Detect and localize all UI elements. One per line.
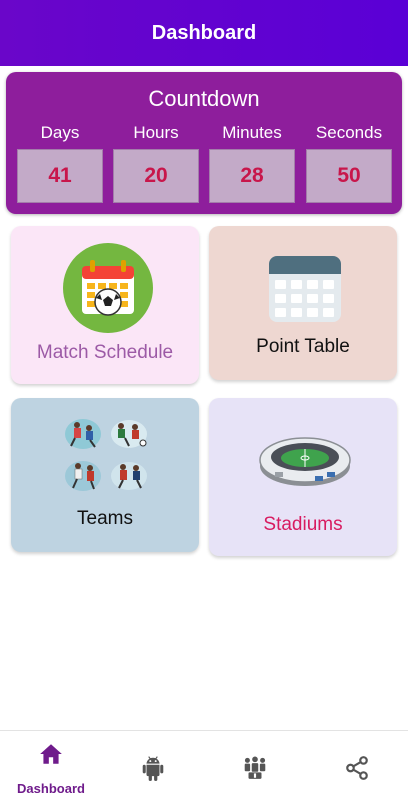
point-table-label: Point Table [256, 336, 350, 357]
players-icon [65, 419, 147, 491]
teams-card[interactable]: Teams [11, 398, 199, 552]
match-schedule-card[interactable]: Match Schedule [11, 226, 199, 384]
countdown-hours: Hours 20 [113, 120, 199, 203]
android-icon [142, 756, 164, 781]
teams-label: Teams [77, 508, 133, 529]
countdown-title: Countdown [148, 86, 260, 111]
nav-dashboard[interactable]: Dashboard [0, 731, 102, 800]
countdown-minutes: Minutes 28 [209, 120, 295, 203]
stadiums-label: Stadiums [263, 514, 343, 535]
days-value: 41 [17, 149, 103, 203]
bottom-navigation: Dashboard [0, 730, 408, 800]
countdown-seconds: Seconds 50 [306, 120, 392, 203]
nav-android[interactable] [102, 731, 204, 800]
countdown-days: Days 41 [17, 120, 103, 203]
stadium-icon [259, 437, 351, 486]
seconds-label: Seconds [315, 123, 383, 142]
minutes-value: 28 [209, 149, 295, 203]
match-schedule-label: Match Schedule [36, 342, 174, 363]
nav-team[interactable] [204, 731, 306, 800]
point-table-card[interactable]: Point Table [209, 226, 397, 380]
hours-label: Hours [133, 123, 179, 142]
seconds-value: 50 [306, 149, 392, 203]
nav-share[interactable] [306, 731, 408, 800]
home-icon [40, 744, 62, 764]
minutes-label: Minutes [222, 123, 282, 142]
calendar-grid-icon [269, 256, 341, 322]
countdown-panel: Countdown Days 41 Hours 20 Minutes 28 Se… [6, 72, 402, 214]
page-title: Dashboard [151, 21, 257, 44]
calendar-football-icon [63, 243, 153, 333]
team-icon [244, 756, 266, 779]
share-icon [346, 756, 368, 780]
nav-dashboard-label: Dashboard [17, 781, 85, 796]
stadiums-card[interactable]: Stadiums [209, 398, 397, 556]
hours-value: 20 [113, 149, 199, 203]
app-bar: Dashboard [0, 0, 408, 66]
days-label: Days [40, 123, 80, 142]
